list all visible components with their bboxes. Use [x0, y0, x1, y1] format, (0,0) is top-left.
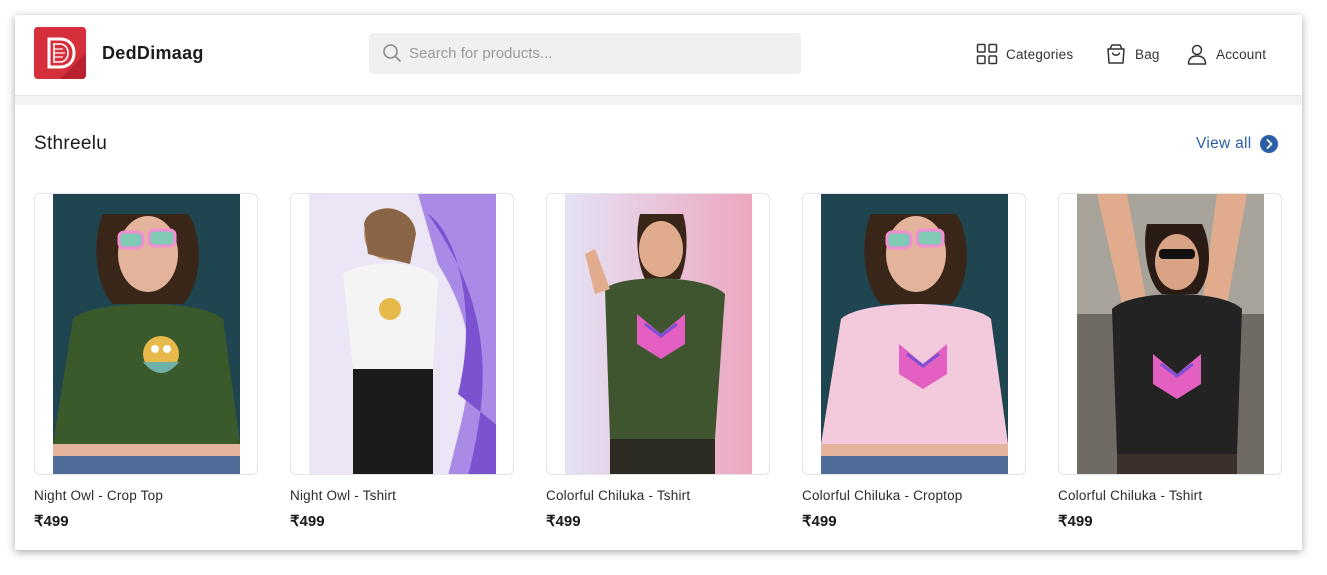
user-icon [1185, 42, 1209, 66]
product-photo [821, 194, 1008, 474]
view-all-label: View all [1196, 135, 1252, 152]
product-image[interactable] [290, 193, 514, 475]
brand-name[interactable]: DedDimaag [102, 43, 204, 64]
search-bar[interactable] [369, 33, 801, 74]
product-photo [1077, 194, 1264, 474]
section-title: Sthreelu [34, 133, 108, 154]
product-name[interactable]: Colorful Chiluka - Tshirt [546, 488, 770, 503]
product-name[interactable]: Night Owl - Tshirt [290, 488, 514, 503]
nav-categories[interactable]: Categories [975, 41, 1073, 67]
chevron-right-circle-icon [1259, 135, 1278, 153]
nav-categories-label: Categories [1006, 46, 1074, 62]
nav-account[interactable]: Account [1185, 41, 1266, 67]
app-window: DedDimaag Categories [15, 15, 1302, 550]
nav-bag[interactable]: Bag [1104, 41, 1160, 67]
product-photo [53, 194, 240, 474]
search-input[interactable] [409, 33, 789, 74]
shopping-bag-icon [1104, 42, 1128, 66]
product-image[interactable] [546, 193, 770, 475]
product-price: ₹499 [1058, 513, 1093, 530]
product-image[interactable] [802, 193, 1026, 475]
product-card[interactable]: Night Owl - Tshirt ₹499 [290, 193, 514, 530]
nav-bag-label: Bag [1135, 46, 1160, 62]
product-price: ₹499 [34, 513, 69, 530]
product-price: ₹499 [802, 513, 837, 530]
header-divider [15, 96, 1302, 105]
product-card[interactable]: Colorful Chiluka - Tshirt ₹499 [546, 193, 770, 530]
view-all-link[interactable]: View all [1196, 135, 1278, 153]
grid-icon [975, 42, 999, 66]
product-image[interactable] [34, 193, 258, 475]
product-photo [565, 194, 752, 474]
product-image[interactable] [1058, 193, 1282, 475]
product-price: ₹499 [546, 513, 581, 530]
nav-account-label: Account [1216, 46, 1267, 62]
product-price: ₹499 [290, 513, 325, 530]
top-header: DedDimaag Categories [15, 15, 1302, 96]
product-name[interactable]: Colorful Chiluka - Croptop [802, 488, 1026, 503]
product-photo [309, 194, 496, 474]
product-name[interactable]: Colorful Chiluka - Tshirt [1058, 488, 1282, 503]
product-name[interactable]: Night Owl - Crop Top [34, 488, 258, 503]
brand-logo[interactable] [34, 27, 86, 79]
product-card[interactable]: Colorful Chiluka - Tshirt ₹499 [1058, 193, 1282, 530]
search-icon [383, 44, 401, 62]
product-card[interactable]: Night Owl - Crop Top ₹499 [34, 193, 258, 530]
product-card[interactable]: Colorful Chiluka - Croptop ₹499 [802, 193, 1026, 530]
